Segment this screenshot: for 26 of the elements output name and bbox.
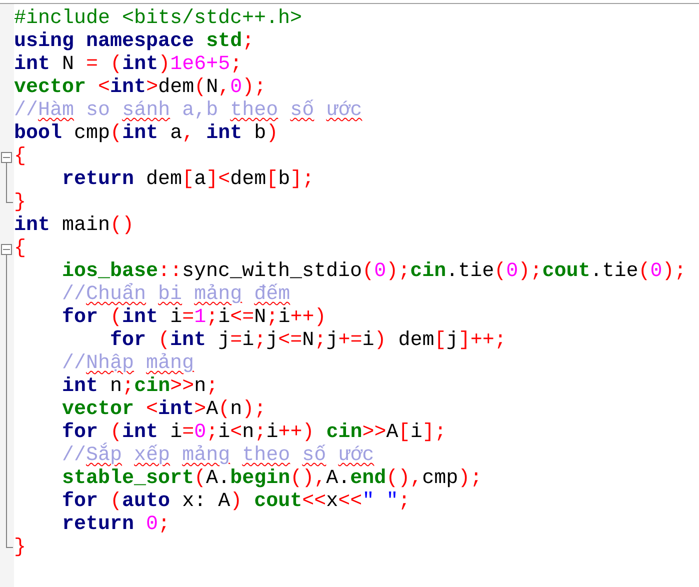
code-line: #include <bits/stdc++.h> (14, 7, 302, 30)
code-line: //Sắp xếp mảng theo số ước (62, 444, 374, 467)
code-line: for (int i=0;i<n;i++) cin>>A[i]; (62, 421, 446, 444)
code-line: int main() (14, 214, 134, 237)
code-line: for (int j=i;j<=N;j+=i) dem[j]++; (110, 329, 506, 352)
code-line: //Nhập mảng (62, 352, 194, 375)
code-line: for (int i=1;i<=N;i++) (62, 306, 326, 329)
code-line: return dem[a]<dem[b]; (62, 168, 314, 191)
code-line: } (14, 191, 26, 214)
code-line: //Hàm so sánh a,b theo số ước (14, 99, 362, 122)
fold-toggle[interactable] (1, 244, 12, 255)
code-line: int n;cin>>n; (62, 375, 218, 398)
fold-toggle[interactable] (1, 152, 12, 163)
code-line: for (auto x: A) cout<<x<<" "; (62, 490, 410, 513)
code-line: //Chuẩn bi mảng đếm (62, 283, 290, 306)
code-line: return 0; (62, 513, 170, 536)
code-line: } (14, 536, 26, 559)
code-line: ios_base::sync_with_stdio(0);cin.tie(0);cout.tie(0); (62, 260, 686, 283)
code-line: { (14, 237, 26, 260)
code-line: vector <int>dem(N,0); (14, 76, 266, 99)
code-line: bool cmp(int a, int b) (14, 122, 278, 145)
code-line: vector <int>A(n); (62, 398, 266, 421)
code-line: { (14, 145, 26, 168)
code-line: int N = (int)1e6+5; (14, 53, 242, 76)
code-line: stable_sort(A.begin(),A.end(),cmp); (62, 467, 482, 490)
code-line: using namespace std; (14, 30, 254, 53)
